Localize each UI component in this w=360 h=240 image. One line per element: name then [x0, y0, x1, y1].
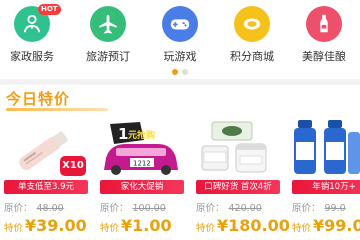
category-label: 美醇佳酿	[302, 50, 346, 63]
section-divider	[0, 79, 360, 85]
category-housekeeping[interactable]: HOT 家政服务	[0, 4, 68, 68]
original-price-label: 原价：	[4, 203, 33, 214]
category-label: 旅游预订	[86, 50, 130, 63]
carousel-pager	[164, 69, 196, 75]
original-price-label: 原价：	[196, 203, 225, 214]
product-card[interactable]: X10 单支低至3.9元 原价： 48.00 特价 ¥39.00	[0, 118, 92, 240]
svg-text:元抢购: 元抢购	[128, 129, 155, 141]
coin-icon	[234, 6, 270, 42]
original-price: 原价： 48.00	[4, 200, 94, 214]
special-price-value: ¥99.0	[313, 216, 360, 235]
special-price-value: ¥1.00	[121, 216, 172, 235]
original-price: 原价： 100.00	[100, 200, 190, 214]
category-label: 积分商城	[230, 50, 274, 63]
product-card[interactable]: 1 元抢购 1212 家化大促销 原价： 100.00 特价 ¥1.00	[96, 118, 188, 240]
section-underline	[6, 108, 108, 111]
quantity-badge: X10	[60, 156, 86, 176]
original-price-value: 99.0	[324, 203, 346, 214]
special-price-label: 特价	[196, 223, 216, 234]
special-price-label: 特价	[4, 223, 24, 234]
airplane-icon	[90, 6, 126, 42]
special-price: 特价 ¥1.00	[100, 216, 192, 235]
category-label: 家政服务	[10, 50, 54, 63]
product-card[interactable]: 口碑好货 首次4折 原价： 420.00 特价 ¥180.00	[192, 118, 290, 240]
category-wine[interactable]: 美醇佳酿	[288, 4, 360, 68]
special-price: 特价 ¥180.00	[196, 216, 290, 235]
special-price: 特价 ¥39.00	[4, 216, 96, 235]
original-price-value: 420.00	[228, 203, 262, 214]
product-card[interactable]: 年销10万+ 原价： 99.0 特价 ¥99.0	[288, 118, 360, 240]
pager-dot[interactable]	[182, 69, 188, 75]
special-price-value: ¥39.00	[25, 216, 87, 235]
gamepad-icon	[162, 6, 198, 42]
product-tag: 家化大促销	[100, 180, 184, 194]
wine-icon	[306, 6, 342, 42]
cream-jars-icon	[192, 118, 284, 180]
category-label: 玩游戏	[163, 50, 197, 63]
category-points-mall[interactable]: 积分商城	[216, 4, 288, 68]
category-travel[interactable]: 旅游预订	[72, 4, 144, 68]
product-list: X10 单支低至3.9元 原价： 48.00 特价 ¥39.00 1 元抢购 121…	[0, 118, 360, 240]
original-price: 原价： 99.0	[292, 200, 360, 214]
special-price-label: 特价	[292, 223, 312, 234]
promo-car-icon: 1 元抢购 1212	[96, 118, 188, 180]
hot-badge: HOT	[38, 4, 61, 15]
special-price: 特价 ¥99.0	[292, 216, 360, 235]
original-price-label: 原价：	[292, 203, 321, 214]
original-price-value: 48.00	[36, 203, 64, 214]
special-price-value: ¥180.00	[217, 216, 290, 235]
product-tag: 年销10万+	[292, 180, 360, 194]
pager-dot-active[interactable]	[172, 69, 178, 75]
plate-text: 1212	[133, 160, 151, 168]
original-price-label: 原价：	[100, 203, 129, 214]
product-tag: 单支低至3.9元	[4, 180, 88, 194]
svg-text:1: 1	[118, 125, 128, 143]
category-nav: HOT 家政服务 旅游预订 玩游戏 积分商城 美醇佳酿	[0, 0, 360, 72]
special-price-label: 特价	[100, 223, 120, 234]
original-price: 原价： 420.00	[196, 200, 286, 214]
skincare-tube-icon: X10	[0, 118, 92, 180]
detergent-bottles-icon	[288, 118, 360, 180]
original-price-value: 100.00	[132, 203, 166, 214]
category-games[interactable]: 玩游戏	[144, 4, 216, 68]
product-tag: 口碑好货 首次4折	[196, 180, 280, 194]
